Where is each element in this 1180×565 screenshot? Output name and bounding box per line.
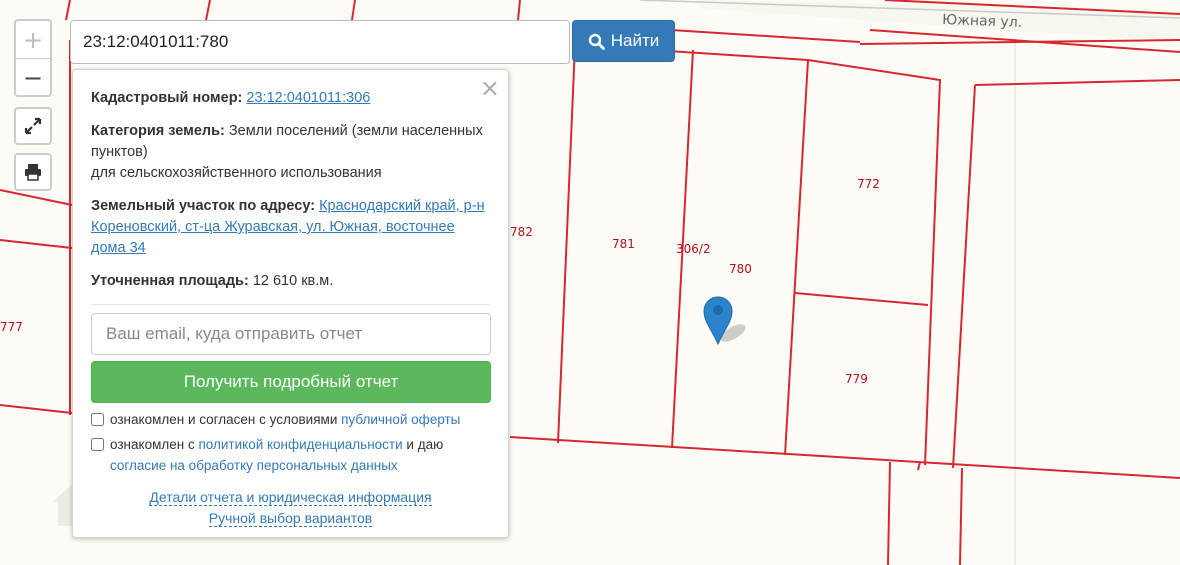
privacy-checkbox[interactable] xyxy=(91,438,104,451)
cadastral-number-row: Кадастровый номер: 23:12:0401011:306 xyxy=(91,88,490,109)
plot-label-781: 781 xyxy=(612,237,635,251)
zoom-out-button[interactable]: − xyxy=(16,59,50,96)
manual-selection-link[interactable]: Ручной выбор вариантов xyxy=(208,510,373,527)
offer-checkbox[interactable] xyxy=(91,413,104,426)
email-input[interactable] xyxy=(91,313,491,355)
consent-privacy-text: ознакомлен с xyxy=(110,437,195,452)
plot-label-782: 782 xyxy=(510,225,533,239)
plot-label-780: 780 xyxy=(729,262,752,276)
plot-label-777: 777 xyxy=(0,320,23,334)
fullscreen-button[interactable] xyxy=(14,107,52,145)
plot-label-779: 779 xyxy=(845,372,868,386)
search-button[interactable]: Найти xyxy=(572,20,675,62)
area-row: Уточненная площадь: 12 610 кв.м. xyxy=(91,271,490,292)
get-report-button[interactable]: Получить подробный отчет xyxy=(91,361,491,403)
divider xyxy=(91,304,490,305)
plot-label-306-2: 306/2 xyxy=(676,242,711,256)
privacy-policy-link[interactable]: политикой конфиденциальности xyxy=(198,437,402,452)
address-row: Земельный участок по адресу: Краснодарск… xyxy=(91,196,490,259)
land-category-label: Категория земель: xyxy=(91,123,225,139)
search-input[interactable] xyxy=(70,20,570,64)
plot-label-772: 772 xyxy=(857,177,880,191)
data-processing-link[interactable]: согласие на обработку персональных данны… xyxy=(110,458,398,473)
public-offer-link[interactable]: публичной оферты xyxy=(341,412,460,427)
popup-footer-links: Детали отчета и юридическая информация Р… xyxy=(73,487,508,529)
consent-privacy: ознакомлен с политикой конфиденциальност… xyxy=(91,434,490,476)
land-category-row: Категория земель: Земли поселений (земли… xyxy=(91,121,490,184)
report-details-link[interactable]: Детали отчета и юридическая информация xyxy=(149,489,432,506)
road-label: Южная ул. xyxy=(942,12,1023,31)
land-use-value: для сельскохозяйственного использования xyxy=(91,165,382,181)
area-value: 12 610 кв.м. xyxy=(252,273,334,289)
consent-offer-text: ознакомлен и согласен с условиями xyxy=(110,412,338,427)
parcel-info-popup: × Кадастровый номер: 23:12:0401011:306 К… xyxy=(72,69,509,538)
search-button-label: Найти xyxy=(610,31,660,50)
consent-privacy-and: и даю xyxy=(406,437,444,452)
printer-icon xyxy=(25,164,41,181)
cadastral-number-link[interactable]: 23:12:0401011:306 xyxy=(246,90,370,106)
fullscreen-icon xyxy=(24,117,42,135)
consent-offer: ознакомлен и согласен с условиями публич… xyxy=(91,409,490,430)
cadastral-number-label: Кадастровый номер: xyxy=(91,90,243,106)
print-button[interactable] xyxy=(14,153,52,191)
zoom-control: + − xyxy=(14,19,52,97)
close-icon[interactable]: × xyxy=(480,76,500,100)
area-label: Уточненная площадь: xyxy=(91,273,249,289)
address-label: Земельный участок по адресу: xyxy=(91,198,316,214)
search-icon xyxy=(588,33,605,50)
zoom-in-button[interactable]: + xyxy=(16,21,50,59)
